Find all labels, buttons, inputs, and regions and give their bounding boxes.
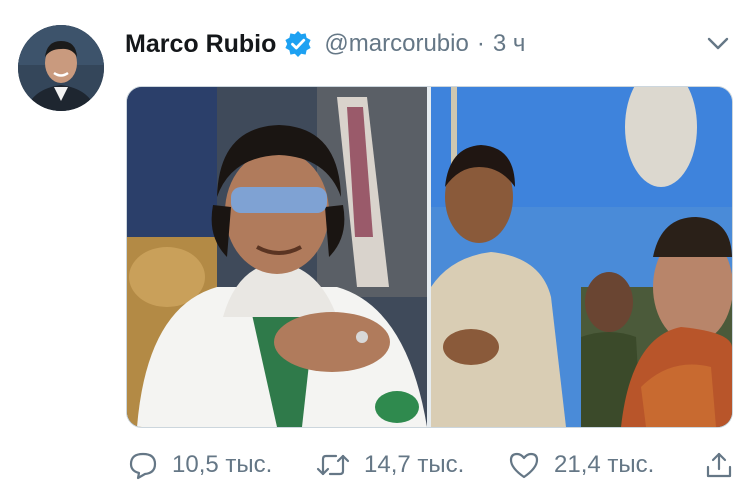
media-image-left[interactable] [127, 87, 427, 427]
retweet-button[interactable]: 14,7 тыс. [316, 446, 464, 484]
avatar-image [18, 25, 104, 111]
reply-count: 10,5 тыс. [172, 451, 273, 478]
media-image-right[interactable] [431, 87, 732, 427]
display-name[interactable]: Marco Rubio [125, 30, 276, 59]
like-count: 21,4 тыс. [554, 451, 655, 478]
chevron-down-icon[interactable] [704, 34, 732, 54]
retweet-icon [316, 454, 350, 476]
share-button[interactable] [704, 446, 734, 484]
verified-badge-icon [284, 30, 312, 58]
photo-crowd-outdoors-icon [431, 87, 732, 427]
tweet[interactable]: Marco Rubio @marcorubio · 3 ч 10,5 тыс. … [0, 0, 750, 495]
photo-leader-in-white-suit-icon [127, 87, 427, 427]
tweet-media [126, 86, 733, 428]
share-icon [706, 452, 732, 478]
tweet-header: Marco Rubio @marcorubio · 3 ч [125, 26, 525, 62]
user-handle[interactable]: @marcorubio [324, 30, 468, 58]
avatar[interactable] [18, 25, 104, 111]
tweet-actions: 10,5 тыс. 14,7 тыс. 21,4 тыс. [126, 446, 736, 484]
reply-icon [129, 452, 157, 480]
like-button[interactable]: 21,4 тыс. [508, 446, 654, 484]
timestamp[interactable]: 3 ч [493, 30, 526, 58]
heart-icon [509, 452, 539, 479]
retweet-count: 14,7 тыс. [364, 451, 465, 478]
reply-button[interactable]: 10,5 тыс. [128, 446, 272, 484]
separator-dot: · [476, 30, 485, 57]
